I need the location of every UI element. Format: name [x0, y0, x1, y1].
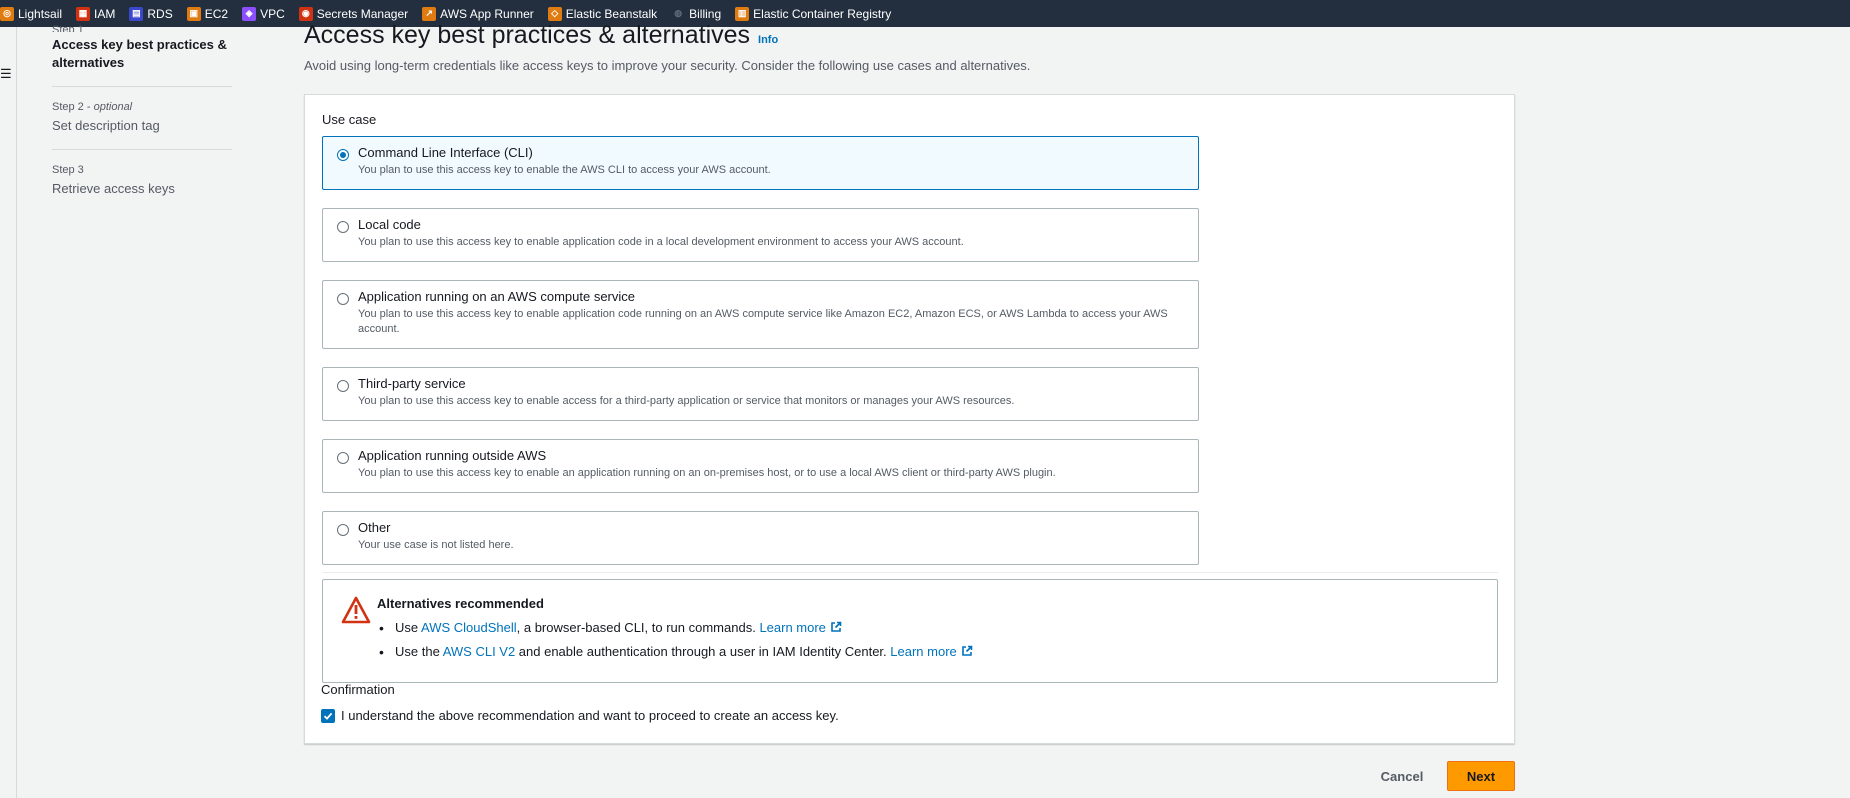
bookmark-iam[interactable]: ▦ IAM [76, 6, 115, 21]
page-header: Access key best practices & alternatives… [304, 21, 1514, 73]
app-runner-icon: ↗ [422, 6, 437, 21]
secrets-manager-icon: ◉ [298, 6, 313, 21]
radio-button[interactable] [337, 293, 349, 305]
bookmark-secrets-manager[interactable]: ◉ Secrets Manager [298, 6, 408, 21]
aws-cloudshell-link[interactable]: AWS CloudShell [421, 620, 517, 635]
radio-button[interactable] [337, 149, 349, 161]
radio-button[interactable] [337, 452, 349, 464]
use-case-panel: Use case Command Line Interface (CLI) Yo… [304, 94, 1515, 744]
step-1: Step 1 Access key best practices & alter… [52, 24, 232, 87]
billing-icon: ◍ [671, 6, 686, 21]
confirmation-checkbox[interactable] [321, 708, 335, 723]
vpc-icon: ◈ [242, 6, 257, 21]
alert-list: Use AWS CloudShell, a browser-based CLI,… [377, 620, 973, 668]
use-case-option-local-code[interactable]: Local code You plan to use this access k… [322, 208, 1199, 262]
rds-icon: ▤ [129, 6, 144, 21]
divider [322, 572, 1498, 573]
external-link-icon [961, 645, 973, 656]
learn-more-link-cloudshell[interactable]: Learn more [759, 620, 842, 635]
bookmark-ecr[interactable]: ▥ Elastic Container Registry [735, 6, 891, 21]
lightsail-icon: ◎ [0, 6, 14, 21]
alert-item-cloudshell: Use AWS CloudShell, a browser-based CLI,… [377, 620, 973, 636]
use-case-option-cli[interactable]: Command Line Interface (CLI) You plan to… [322, 136, 1199, 190]
warning-icon [341, 596, 371, 624]
use-case-option-outside-aws[interactable]: Application running outside AWS You plan… [322, 439, 1199, 493]
radio-button[interactable] [337, 524, 349, 536]
alert-title: Alternatives recommended [377, 596, 544, 611]
use-case-option-third-party[interactable]: Third-party service You plan to use this… [322, 367, 1199, 421]
bookmark-ec2[interactable]: ▣ EC2 [186, 6, 228, 21]
bookmark-app-runner[interactable]: ↗ AWS App Runner [422, 6, 534, 21]
confirmation-label: Confirmation [321, 682, 395, 697]
step-1-number: Step 1 [52, 24, 84, 32]
step-2-number: Step 2 - optional [52, 101, 133, 113]
aws-cli-v2-link[interactable]: AWS CLI V2 [443, 644, 515, 659]
external-link-icon [831, 621, 842, 632]
menu-icon[interactable]: ☰ [0, 67, 12, 80]
step-2-title: Set description tag [52, 118, 160, 133]
use-case-option-other[interactable]: Other Your use case is not listed here. [322, 511, 1199, 565]
step-1-title: Access key best practices & alternatives [52, 37, 227, 70]
alternatives-alert: Alternatives recommended Use AWS CloudSh… [322, 579, 1498, 683]
alert-item-cli-v2: Use the AWS CLI V2 and enable authentica… [377, 644, 973, 660]
elastic-beanstalk-icon: ◇ [547, 6, 562, 21]
learn-more-link-cli-v2[interactable]: Learn more [890, 644, 973, 659]
page-title: Access key best practices & alternatives… [304, 21, 779, 49]
step-3: Step 3 Retrieve access keys [52, 164, 232, 212]
iam-icon: ▦ [76, 6, 91, 21]
checkmark-icon [323, 712, 333, 720]
bookmark-vpc[interactable]: ◈ VPC [242, 6, 285, 21]
step-2: Step 2 - optional Set description tag [52, 101, 232, 150]
info-link[interactable]: Info [758, 34, 778, 46]
confirmation-row[interactable]: I understand the above recommendation an… [321, 708, 839, 723]
cancel-button[interactable]: Cancel [1369, 761, 1435, 791]
radio-button[interactable] [337, 380, 349, 392]
wizard-steps: Step 1 Access key best practices & alter… [52, 24, 232, 226]
side-rail: ☰ [0, 27, 17, 798]
radio-button[interactable] [337, 221, 349, 233]
bookmark-billing[interactable]: ◍ Billing [671, 6, 721, 21]
next-button[interactable]: Next [1447, 761, 1515, 791]
bookmark-rds[interactable]: ▤ RDS [129, 6, 173, 21]
step-3-title: Retrieve access keys [52, 181, 175, 196]
confirmation-text: I understand the above recommendation an… [341, 708, 839, 723]
use-case-label: Use case [322, 112, 377, 127]
ecr-icon: ▥ [735, 6, 750, 21]
step-3-number: Step 3 [52, 164, 84, 176]
bookmark-lightsail[interactable]: ◎ Lightsail [0, 6, 62, 21]
ec2-icon: ▣ [186, 6, 201, 21]
page-description: Avoid using long-term credentials like a… [304, 58, 1031, 73]
bookmark-elastic-beanstalk[interactable]: ◇ Elastic Beanstalk [547, 6, 657, 21]
use-case-option-aws-compute[interactable]: Application running on an AWS compute se… [322, 280, 1199, 349]
